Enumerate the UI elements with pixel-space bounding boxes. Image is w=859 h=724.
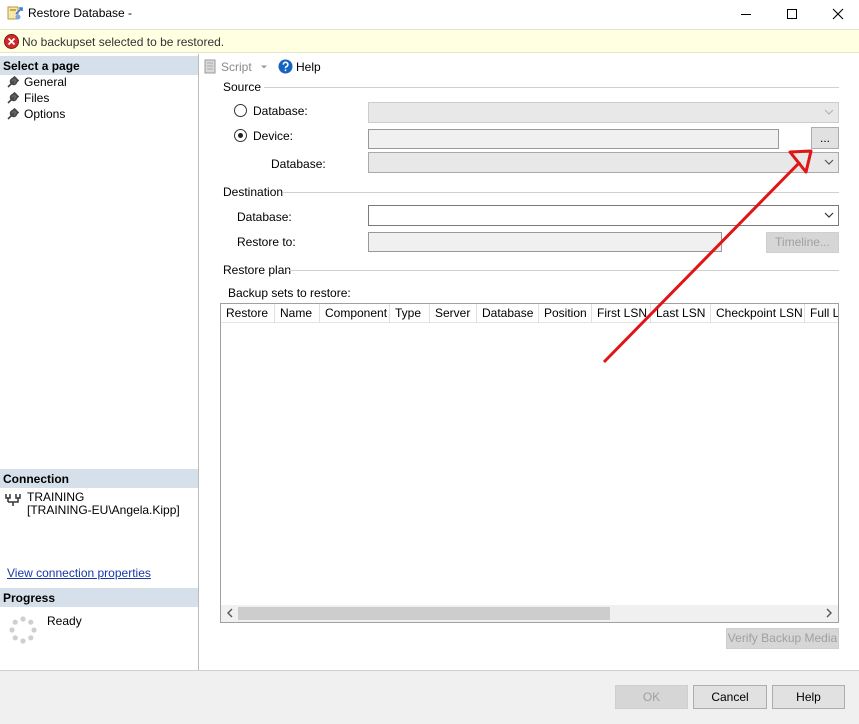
annotation-arrow-shaft — [602, 160, 802, 364]
annotation-arrow — [602, 149, 813, 364]
